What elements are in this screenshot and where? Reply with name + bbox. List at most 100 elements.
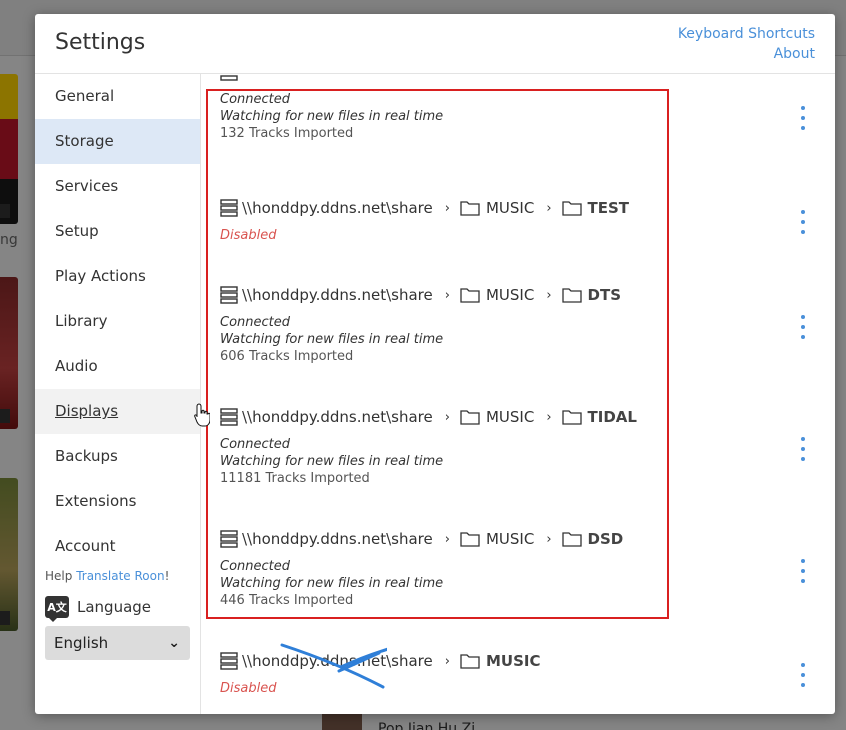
dialog-title: Settings bbox=[55, 30, 146, 55]
sidebar-item-services[interactable]: Services bbox=[35, 164, 200, 209]
storage-entry: \\honddpy.ddns.net\share › MUSIC › DSD C… bbox=[220, 528, 760, 610]
language-label: Language bbox=[77, 598, 152, 616]
server-icon bbox=[220, 199, 238, 217]
more-options-icon[interactable] bbox=[799, 210, 807, 234]
storage-list: Connected Watching for new files in real… bbox=[202, 75, 835, 714]
chevron-right-icon: › bbox=[444, 653, 450, 669]
help-prefix: Help bbox=[45, 569, 73, 583]
storage-entry: Connected Watching for new files in real… bbox=[220, 75, 760, 143]
storage-status: Disabled bbox=[220, 681, 277, 696]
storage-server: \\honddpy.ddns.net\share bbox=[242, 199, 433, 217]
chevron-right-icon: › bbox=[444, 200, 450, 216]
storage-watching: Watching for new files in real time bbox=[220, 109, 444, 124]
folder-icon bbox=[460, 654, 480, 669]
keyboard-shortcuts-link[interactable]: Keyboard Shortcuts bbox=[678, 24, 815, 44]
storage-tracks: 446 Tracks Imported bbox=[220, 593, 354, 608]
storage-entry: \\honddpy.ddns.net\share › MUSIC Disable… bbox=[220, 650, 760, 697]
help-suffix: ! bbox=[164, 569, 170, 583]
more-options-icon[interactable] bbox=[799, 315, 807, 339]
storage-status: Connected bbox=[220, 559, 291, 574]
storage-folder: MUSIC bbox=[485, 286, 535, 304]
storage-folder-current: TIDAL bbox=[587, 408, 637, 426]
hand-cursor-icon bbox=[194, 403, 210, 427]
more-options-icon[interactable] bbox=[799, 559, 807, 583]
server-icon bbox=[220, 75, 238, 81]
more-options-icon[interactable] bbox=[799, 437, 807, 461]
folder-icon bbox=[561, 201, 582, 216]
storage-path: \\honddpy.ddns.net\share › MUSIC › TEST bbox=[220, 197, 760, 219]
storage-server: \\honddpy.ddns.net\share bbox=[242, 286, 433, 304]
storage-folder-current: DTS bbox=[587, 286, 622, 304]
chevron-right-icon: › bbox=[444, 287, 450, 303]
header-links: Keyboard Shortcuts About bbox=[678, 24, 815, 64]
dialog-header: Settings Keyboard Shortcuts About bbox=[35, 14, 835, 74]
chevron-right-icon: › bbox=[546, 531, 552, 547]
language-row: A文 Language bbox=[45, 596, 152, 622]
chevron-right-icon: › bbox=[546, 409, 552, 425]
storage-entry: \\honddpy.ddns.net\share › MUSIC › DTS C… bbox=[220, 284, 760, 366]
storage-tracks: 132 Tracks Imported bbox=[220, 126, 354, 141]
storage-entry: \\honddpy.ddns.net\share › MUSIC › TEST … bbox=[220, 197, 760, 244]
storage-status: Connected bbox=[220, 315, 291, 330]
chevron-right-icon: › bbox=[444, 531, 450, 547]
storage-tracks: 606 Tracks Imported bbox=[220, 349, 354, 364]
storage-status: Connected bbox=[220, 92, 291, 107]
server-icon bbox=[220, 286, 238, 304]
chevron-right-icon: › bbox=[444, 409, 450, 425]
storage-watching: Watching for new files in real time bbox=[220, 454, 444, 469]
more-options-icon[interactable] bbox=[799, 106, 807, 130]
sidebar-item-displays[interactable]: Displays bbox=[35, 389, 200, 434]
folder-icon bbox=[460, 532, 480, 547]
sidebar-item-audio[interactable]: Audio bbox=[35, 344, 200, 389]
settings-sidebar: General Storage Services Setup Play Acti… bbox=[35, 74, 201, 714]
folder-icon bbox=[460, 410, 480, 425]
sidebar-item-general[interactable]: General bbox=[35, 74, 200, 119]
storage-folder-current: MUSIC bbox=[485, 652, 541, 670]
storage-status: Connected bbox=[220, 437, 291, 452]
storage-path: \\honddpy.ddns.net\share › MUSIC › DSD bbox=[220, 528, 760, 550]
sidebar-item-setup[interactable]: Setup bbox=[35, 209, 200, 254]
folder-icon bbox=[561, 532, 582, 547]
storage-watching: Watching for new files in real time bbox=[220, 576, 444, 591]
storage-folder: MUSIC bbox=[485, 199, 535, 217]
sidebar-item-backups[interactable]: Backups bbox=[35, 434, 200, 479]
folder-icon bbox=[561, 288, 582, 303]
storage-folder: MUSIC bbox=[485, 408, 535, 426]
settings-dialog: Settings Keyboard Shortcuts About Genera… bbox=[35, 14, 835, 714]
storage-tracks: 11181 Tracks Imported bbox=[220, 471, 370, 486]
about-link[interactable]: About bbox=[678, 44, 815, 64]
language-icon: A文 bbox=[45, 596, 69, 622]
storage-folder-current: DSD bbox=[587, 530, 624, 548]
language-select[interactable]: English ⌄ bbox=[45, 626, 190, 660]
server-icon bbox=[220, 530, 238, 548]
sidebar-item-library[interactable]: Library bbox=[35, 299, 200, 344]
language-select-value: English bbox=[54, 634, 109, 652]
storage-path: \\honddpy.ddns.net\share › MUSIC bbox=[220, 650, 760, 672]
folder-icon bbox=[460, 201, 480, 216]
folder-icon bbox=[561, 410, 582, 425]
server-icon bbox=[220, 408, 238, 426]
translate-roon-link[interactable]: Translate Roon bbox=[76, 569, 164, 583]
storage-server: \\honddpy.ddns.net\share bbox=[242, 652, 433, 670]
storage-folder: MUSIC bbox=[485, 530, 535, 548]
sidebar-item-play-actions[interactable]: Play Actions bbox=[35, 254, 200, 299]
storage-status: Disabled bbox=[220, 228, 277, 243]
help-translate: Help Translate Roon! bbox=[45, 569, 169, 583]
chevron-right-icon: › bbox=[546, 287, 552, 303]
server-icon bbox=[220, 652, 238, 670]
storage-path bbox=[220, 75, 760, 81]
storage-path: \\honddpy.ddns.net\share › MUSIC › DTS bbox=[220, 284, 760, 306]
storage-folder-current: TEST bbox=[587, 199, 630, 217]
storage-watching: Watching for new files in real time bbox=[220, 332, 444, 347]
storage-path: \\honddpy.ddns.net\share › MUSIC › TIDAL bbox=[220, 406, 760, 428]
chevron-down-icon: ⌄ bbox=[168, 635, 180, 651]
sidebar-item-extensions[interactable]: Extensions bbox=[35, 479, 200, 524]
sidebar-item-account[interactable]: Account bbox=[35, 524, 200, 569]
folder-icon bbox=[460, 288, 480, 303]
storage-server: \\honddpy.ddns.net\share bbox=[242, 530, 433, 548]
storage-server: \\honddpy.ddns.net\share bbox=[242, 408, 433, 426]
sidebar-item-storage[interactable]: Storage bbox=[35, 119, 200, 164]
more-options-icon[interactable] bbox=[799, 663, 807, 687]
storage-entry: \\honddpy.ddns.net\share › MUSIC › TIDAL… bbox=[220, 406, 760, 488]
chevron-right-icon: › bbox=[546, 200, 552, 216]
